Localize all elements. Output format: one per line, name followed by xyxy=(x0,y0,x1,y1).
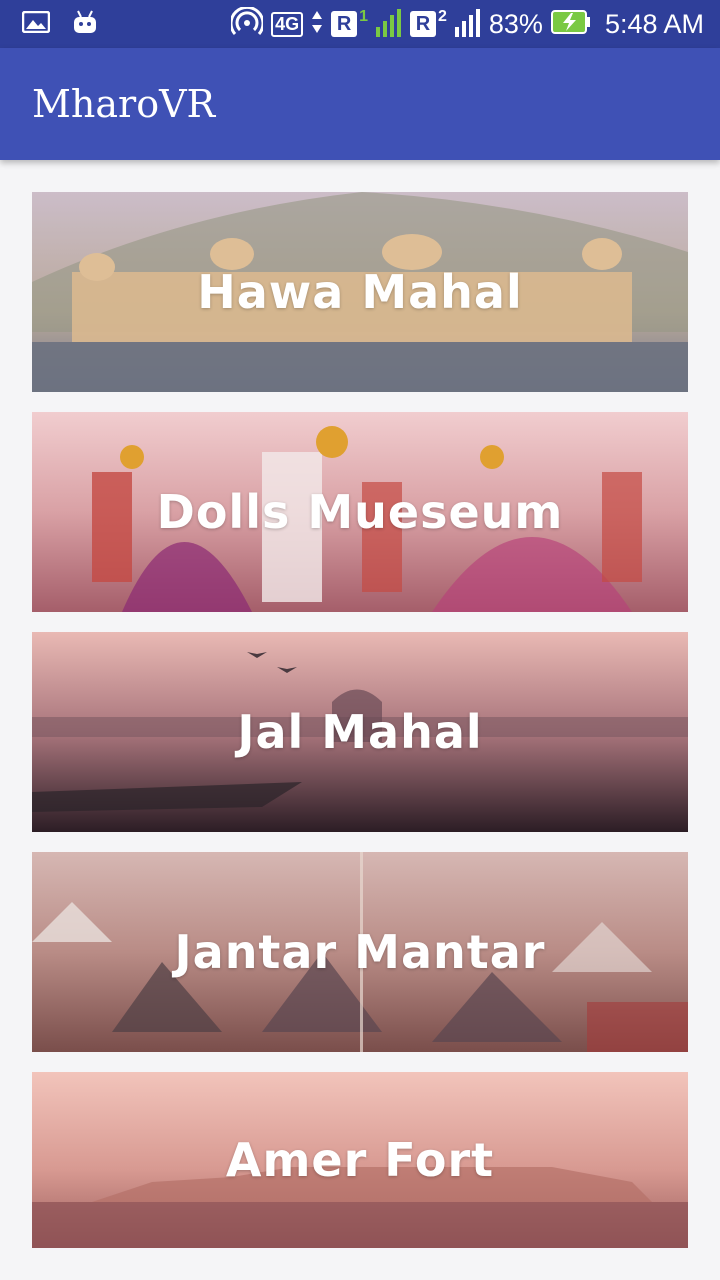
sim1-number: 1 xyxy=(359,8,368,25)
signal-sim2-icon xyxy=(454,7,481,41)
place-card-hawa-mahal[interactable]: Hawa Mahal xyxy=(32,192,688,392)
data-arrows-icon xyxy=(311,9,323,39)
place-card-jal-mahal[interactable]: Jal Mahal xyxy=(32,632,688,832)
app-title: MharoVR xyxy=(32,82,216,126)
place-name: Jantar Mantar xyxy=(174,925,546,979)
place-card-dolls-mueseum[interactable]: Dolls Mueseum xyxy=(32,412,688,612)
place-name: Amer Fort xyxy=(225,1133,495,1187)
places-list: Hawa Mahal Dolls Mueseum Jal Mahal Janta… xyxy=(32,192,688,1268)
place-name: Hawa Mahal xyxy=(197,265,523,319)
sim1-badge: R xyxy=(331,11,358,37)
status-bar: 4G R 1 R 2 83% 5:48 AM xyxy=(0,0,720,48)
place-name: Jal Mahal xyxy=(237,705,483,759)
battery-charging-icon xyxy=(550,9,591,39)
place-card-jantar-mantar[interactable]: Jantar Mantar xyxy=(32,852,688,1052)
app-bar: MharoVR xyxy=(0,48,720,160)
sim2-number: 2 xyxy=(437,8,447,25)
place-card-amer-fort[interactable]: Amer Fort xyxy=(32,1072,688,1248)
place-name: Dolls Mueseum xyxy=(156,485,564,539)
network-type-label: 4G xyxy=(271,11,304,37)
hotspot-icon xyxy=(229,5,265,41)
battery-percent: 83% xyxy=(488,8,543,39)
gallery-notification-icon xyxy=(21,10,51,37)
android-notification-icon xyxy=(72,9,98,39)
clock: 5:48 AM xyxy=(604,8,704,39)
sim2-badge: R xyxy=(409,11,436,37)
signal-sim1-icon xyxy=(375,7,402,41)
